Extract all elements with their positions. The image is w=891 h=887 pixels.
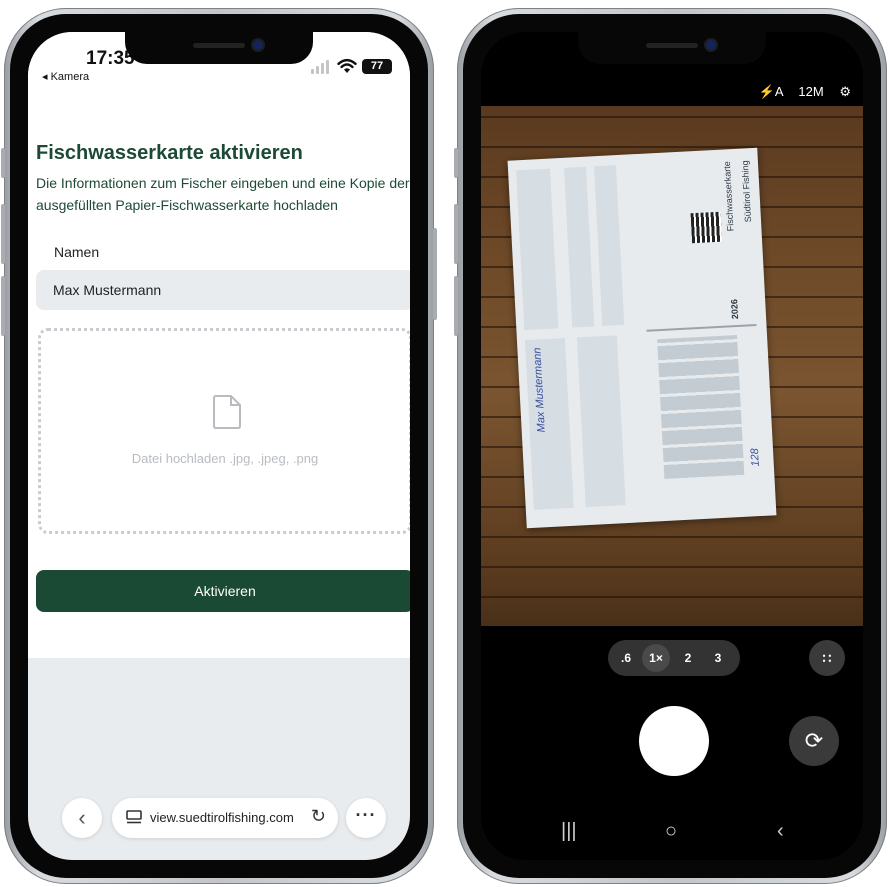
home-icon[interactable]: ○ xyxy=(665,820,677,843)
doc-year: 2026 xyxy=(729,298,741,320)
bezel: 17:35 ◂ Kamera 77 Fischwasserkarte aktiv… xyxy=(10,14,428,878)
battery-icon: 77 xyxy=(362,59,392,74)
chevron-left-icon[interactable]: ‹ xyxy=(62,798,102,838)
page-title: Fischwasserkarte aktivieren xyxy=(36,142,303,164)
browser-toolbar: ‹ view.suedtirolfishing.com ↻ ··· xyxy=(28,760,410,860)
more-icon[interactable]: ··· xyxy=(346,798,386,838)
doc-section xyxy=(576,335,626,508)
screen: 17:35 ◂ Kamera 77 Fischwasserkarte aktiv… xyxy=(28,32,410,860)
file-upload-dropzone[interactable]: Datei hochladen .jpg, .jpeg, .png xyxy=(38,328,410,534)
camera-top-controls: ⚡A 12M ⚙ xyxy=(747,84,851,100)
bezel: ⚡A 12M ⚙ Südtirol Fishing Fischwasserkar… xyxy=(463,14,881,878)
name-input[interactable]: Max Mustermann xyxy=(36,270,410,310)
volume-down-button xyxy=(454,276,458,336)
notch xyxy=(125,32,313,64)
power-button xyxy=(433,228,437,320)
url-text: view.suedtirolfishing.com xyxy=(150,810,294,825)
qr-code xyxy=(690,211,723,244)
signal-icon xyxy=(311,60,333,74)
grid-icon[interactable]: ∷ xyxy=(809,640,845,676)
doc-divider xyxy=(646,323,757,332)
volume-down-button xyxy=(1,276,5,336)
page-subtitle: Die Informationen zum Fischer eingeben u… xyxy=(36,175,410,213)
back-to-app-link[interactable]: ◂ Kamera xyxy=(42,70,89,83)
doc-section xyxy=(593,165,625,327)
fishing-license-document: Südtirol Fishing Fischwasserkarte 2026 M… xyxy=(507,147,777,529)
reload-icon[interactable]: ↻ xyxy=(311,806,326,827)
wifi-icon xyxy=(337,58,357,73)
volume-up-button xyxy=(454,204,458,264)
doc-grid xyxy=(657,335,745,480)
doc-brand: Südtirol Fishing xyxy=(739,160,754,223)
notch xyxy=(578,32,766,64)
zoom-2x[interactable]: 2 xyxy=(674,640,702,676)
settings-icon[interactable]: ⚙ xyxy=(839,84,851,99)
address-bar[interactable]: view.suedtirolfishing.com ↻ xyxy=(112,798,338,838)
zoom-0-6[interactable]: .6 xyxy=(612,640,640,676)
name-label: Namen xyxy=(54,244,100,260)
doc-title: Fischwasserkarte xyxy=(721,161,736,232)
zoom-selector[interactable]: .6 1× 2 3 xyxy=(608,640,740,676)
volume-up-button xyxy=(1,204,5,264)
doc-section xyxy=(516,168,559,331)
upload-hint: Datei hochladen .jpg, .jpeg, .png xyxy=(131,451,319,466)
page-settings-icon[interactable] xyxy=(126,810,142,824)
flash-icon[interactable]: ⚡A xyxy=(759,84,783,99)
zoom-3x[interactable]: 3 xyxy=(704,640,732,676)
phone-right: ⚡A 12M ⚙ Südtirol Fishing Fischwasserkar… xyxy=(454,8,887,884)
switch-camera-icon[interactable]: ⟳ xyxy=(789,716,839,766)
mute-switch xyxy=(454,148,458,178)
shutter-button[interactable] xyxy=(639,706,709,776)
phone-left: 17:35 ◂ Kamera 77 Fischwasserkarte aktiv… xyxy=(1,8,437,884)
camera-screen: ⚡A 12M ⚙ Südtirol Fishing Fischwasserkar… xyxy=(481,32,863,860)
recent-apps-icon[interactable]: ||| xyxy=(561,820,577,843)
resolution-toggle[interactable]: 12M xyxy=(798,84,823,99)
activate-button[interactable]: Aktivieren xyxy=(36,570,410,612)
camera-viewfinder: Südtirol Fishing Fischwasserkarte 2026 M… xyxy=(481,106,863,626)
doc-section xyxy=(563,166,595,328)
zoom-1x[interactable]: 1× xyxy=(642,644,670,672)
doc-handwritten-value: 128 xyxy=(748,447,762,467)
web-page: Fischwasserkarte aktivieren Die Informat… xyxy=(28,88,410,658)
mute-switch xyxy=(1,148,5,178)
back-icon[interactable]: ‹ xyxy=(777,820,784,843)
android-navigation-bar: ||| ○ ‹ xyxy=(481,820,863,850)
file-icon xyxy=(213,395,241,429)
